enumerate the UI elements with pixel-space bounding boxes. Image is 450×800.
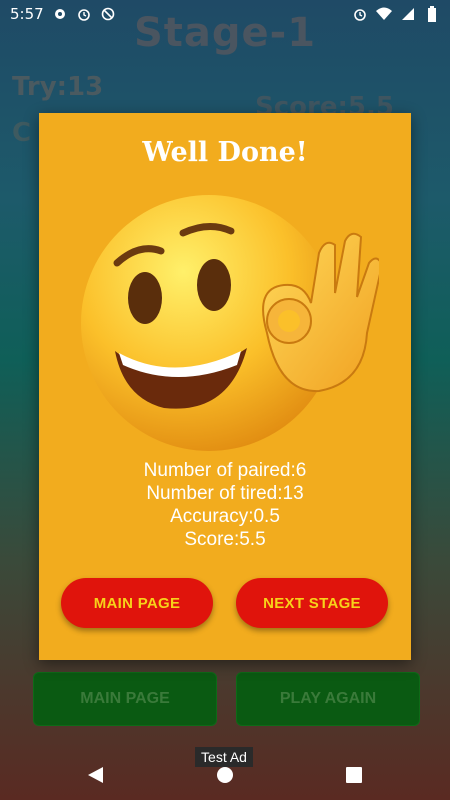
home-icon[interactable] <box>214 764 236 786</box>
main-page-button[interactable]: MAIN PAGE <box>61 578 213 628</box>
play-again-button[interactable]: PLAY AGAIN <box>236 672 420 726</box>
back-icon[interactable] <box>84 764 106 786</box>
recents-icon[interactable] <box>343 764 365 786</box>
paired-count: Number of paired:6 <box>143 460 307 481</box>
try-counter: Try:13 <box>12 72 104 102</box>
stats-block: Number of paired:6 Number of tired:13 Ac… <box>39 459 411 551</box>
ok-hand-smiley-icon <box>79 193 384 453</box>
well-done-dialog: Well Done! Number of paired:6 Number of … <box>39 113 411 660</box>
partial-label: C <box>12 118 32 148</box>
navigation-bar <box>0 750 450 800</box>
accuracy-value: Accuracy:0.5 <box>170 506 280 527</box>
next-stage-button[interactable]: NEXT STAGE <box>236 578 388 628</box>
score-value: Score:5.5 <box>184 529 266 550</box>
dialog-title: Well Done! <box>142 137 308 168</box>
main-page-button-background[interactable]: MAIN PAGE <box>33 672 217 726</box>
tried-count: Number of tired:13 <box>146 483 304 504</box>
stage-title: Stage-1 <box>133 10 317 56</box>
